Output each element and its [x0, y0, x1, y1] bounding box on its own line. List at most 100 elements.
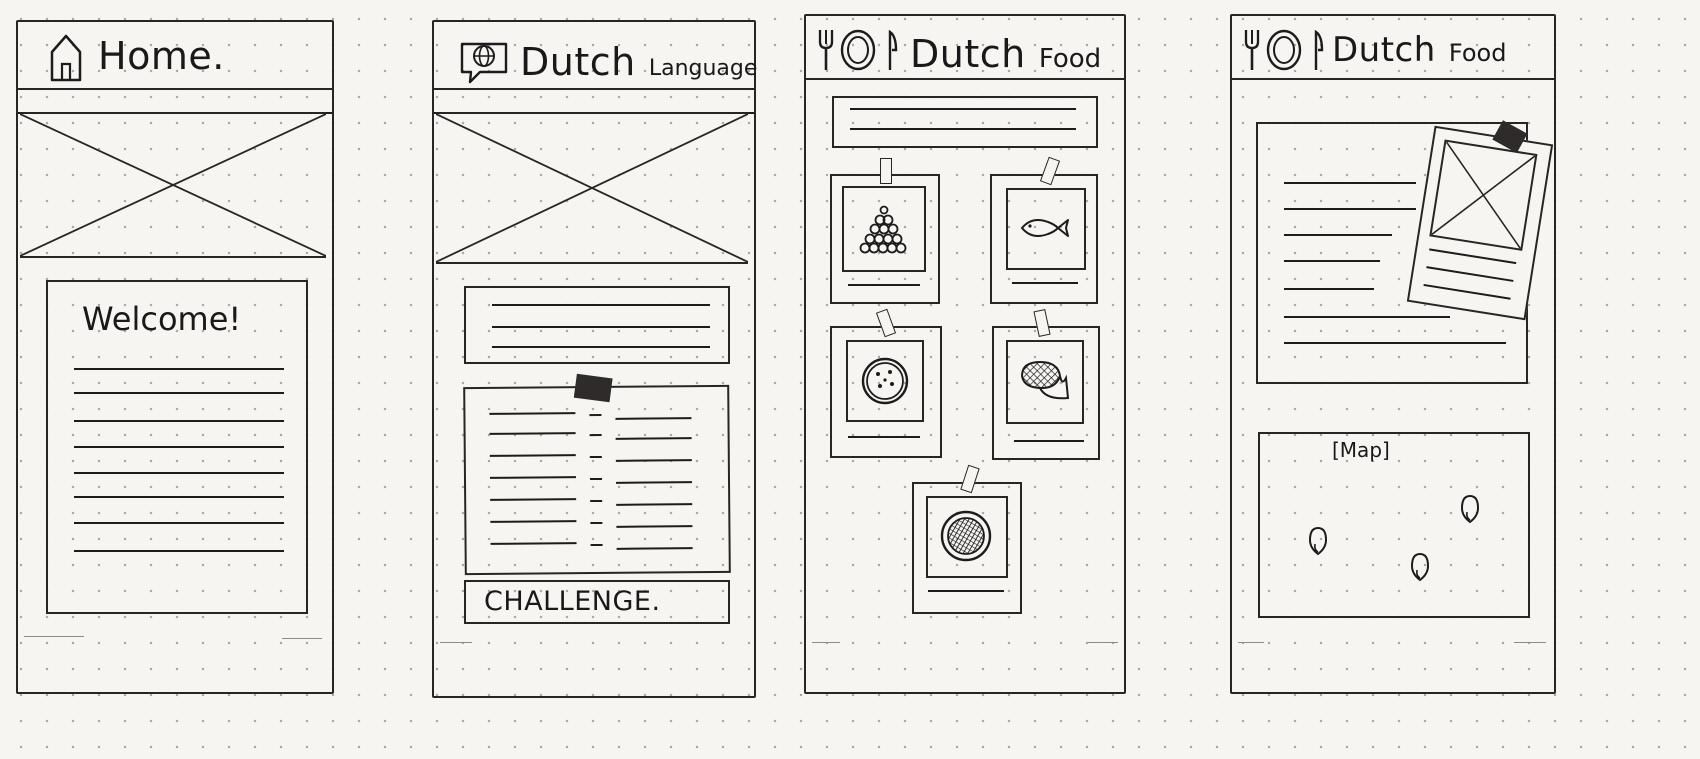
- text-line: [74, 496, 284, 498]
- welcome-card: Welcome!: [46, 280, 308, 614]
- vocab-word-line: [489, 412, 576, 415]
- food-card[interactable]: [830, 308, 942, 458]
- house-icon[interactable]: [48, 32, 84, 82]
- vocab-dash: [590, 499, 603, 503]
- welcome-heading: Welcome!: [82, 300, 242, 338]
- page-subtitle-text: Food: [1448, 39, 1507, 67]
- screen-dutch-food-list: Dutch Food: [804, 14, 1126, 694]
- page-title-text: Dutch: [910, 32, 1026, 76]
- caption-line: [1014, 440, 1084, 442]
- text-line: [850, 108, 1076, 110]
- tape-decoration: [960, 464, 980, 494]
- caption-line: [848, 284, 920, 286]
- text-line: [1284, 234, 1392, 236]
- page-title: Dutch Food: [1332, 30, 1506, 70]
- page-title: Home.: [98, 34, 225, 78]
- caption-line: [928, 590, 1004, 592]
- food-card[interactable]: [992, 309, 1100, 460]
- vocab-word-line: [489, 432, 576, 435]
- screen-dutch-food-detail: Dutch Food [Map]: [1230, 14, 1556, 694]
- image-placeholder-cross: [20, 114, 326, 256]
- header-bar: Dutch Language: [434, 22, 757, 90]
- food-card[interactable]: [990, 156, 1098, 304]
- food-image: [926, 496, 1008, 578]
- screen-dutch-language: Dutch Language CHALLENGE.: [432, 20, 757, 698]
- tape-decoration: [573, 373, 613, 403]
- text-line: [1429, 248, 1517, 265]
- page-subtitle-text: Language: [648, 56, 758, 81]
- text-line: [1426, 266, 1514, 282]
- vocab-dash: [589, 413, 602, 417]
- vocab-dash: [590, 543, 603, 547]
- text-line: [1284, 342, 1506, 344]
- food-image: [1006, 188, 1086, 270]
- vocab-word-line: [489, 476, 576, 479]
- map-panel[interactable]: [Map]: [1258, 432, 1530, 618]
- text-line: [1284, 316, 1450, 318]
- fork-plate-knife-icon[interactable]: [1240, 26, 1330, 72]
- cookie-icon: [861, 357, 909, 405]
- vocab-dash: [589, 477, 602, 481]
- food-image-placeholder: [1429, 139, 1538, 251]
- text-line: [74, 368, 284, 370]
- page-title-text: Home.: [98, 34, 225, 78]
- page-subtitle-text: Food: [1038, 44, 1102, 74]
- tape-decoration: [875, 308, 897, 338]
- waffle-icon: [1020, 360, 1070, 400]
- vocab-dash: [590, 521, 603, 525]
- vocab-translation-line: [616, 525, 693, 528]
- globe-chat-icon[interactable]: [458, 40, 512, 86]
- footer-divider: [1088, 642, 1118, 643]
- vocabulary-card: [463, 373, 731, 576]
- text-line: [1284, 182, 1416, 184]
- intro-text-card: [464, 286, 730, 364]
- text-line: [74, 522, 284, 524]
- vocab-dash: [589, 455, 602, 459]
- page-title-text: Dutch: [1332, 30, 1436, 70]
- vocab-translation-line: [616, 503, 693, 506]
- hero-image-placeholder: [436, 112, 748, 264]
- fork-plate-knife-icon[interactable]: [814, 26, 904, 72]
- map-label: [Map]: [1332, 438, 1390, 462]
- vocab-translation-line: [615, 459, 692, 462]
- vocab-dash: [589, 433, 602, 437]
- header-bar: Dutch Food: [1232, 16, 1554, 80]
- text-line: [1284, 260, 1380, 262]
- text-line: [1423, 283, 1511, 300]
- vocab-translation-line: [615, 417, 692, 420]
- text-line: [492, 326, 710, 328]
- screen-home: Home. Welcome!: [16, 20, 334, 694]
- footer-divider: [282, 638, 322, 639]
- text-line: [74, 420, 284, 422]
- footer-divider: [440, 642, 472, 643]
- intro-text-card: [832, 96, 1098, 148]
- text-line: [74, 392, 284, 394]
- hero-image-placeholder: [20, 112, 326, 258]
- text-line: [850, 128, 1076, 130]
- map-pin-icon[interactable]: [1460, 494, 1480, 524]
- header-bar: Home.: [18, 22, 332, 90]
- vocab-word-line: [490, 542, 577, 545]
- footer-divider: [1238, 642, 1264, 643]
- text-line: [1284, 208, 1416, 210]
- map-pin-icon[interactable]: [1308, 526, 1328, 556]
- header-bar: Dutch Food: [806, 16, 1124, 80]
- map-pin-icon[interactable]: [1410, 552, 1430, 582]
- pile-of-balls-icon: [859, 205, 907, 254]
- challenge-button[interactable]: CHALLENGE.: [464, 580, 730, 624]
- challenge-button-label: CHALLENGE.: [484, 586, 661, 617]
- food-image: [842, 186, 926, 272]
- image-placeholder-cross: [1431, 141, 1536, 249]
- page-title-text: Dutch: [520, 40, 636, 84]
- footer-divider: [24, 636, 84, 637]
- food-card[interactable]: [830, 158, 940, 304]
- food-image: [846, 340, 924, 422]
- text-line: [74, 446, 284, 448]
- footer-divider: [812, 642, 840, 643]
- vocab-translation-line: [615, 437, 692, 440]
- tape-decoration: [1033, 309, 1051, 337]
- food-image: [1006, 340, 1084, 424]
- tape-decoration: [880, 158, 892, 184]
- text-line: [74, 550, 284, 552]
- food-card[interactable]: [912, 464, 1022, 614]
